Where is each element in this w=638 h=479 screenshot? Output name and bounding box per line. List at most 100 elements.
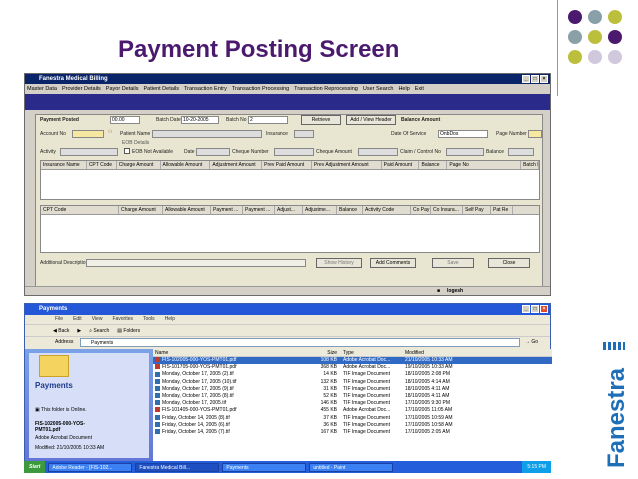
file-row[interactable]: Friday, October 14, 2005 (7).tif 167 KB TI… xyxy=(153,429,552,436)
file-row[interactable]: Friday, October 14, 2005 (6).tif 36 KB TIF… xyxy=(153,422,552,429)
page-number-label: Page Number xyxy=(496,131,527,137)
date-of-service-select[interactable]: OnbDos xyxy=(438,130,488,138)
column-header[interactable]: Batch Date xyxy=(521,161,540,169)
column-header[interactable]: Co Pay xyxy=(411,206,431,214)
batch-no-input[interactable]: 2 xyxy=(248,116,288,124)
menu-item[interactable]: Payor Details xyxy=(106,84,139,94)
close-icon[interactable]: × xyxy=(540,75,548,83)
menu-item[interactable]: Transaction Processing xyxy=(232,84,289,94)
file-row[interactable]: Monday, October 17, 2005 (8).tif 52 KB TIF… xyxy=(153,393,552,400)
activity-select[interactable] xyxy=(60,148,118,156)
column-header[interactable]: Charge Amount xyxy=(119,206,163,214)
column-header[interactable]: CPT Code xyxy=(87,161,117,169)
explorer-menu-item[interactable]: Edit xyxy=(73,315,82,324)
retrieve-button[interactable]: Retrieve xyxy=(301,115,341,125)
page-number-input[interactable] xyxy=(528,130,542,138)
eob-checkbox[interactable] xyxy=(124,148,130,154)
add-view-header-button[interactable]: Add / View Header xyxy=(346,115,396,125)
patient-name-input[interactable] xyxy=(152,130,262,138)
back-button[interactable]: ◀ Back xyxy=(53,325,69,336)
close-button[interactable]: Close xyxy=(488,258,530,268)
menu-item[interactable]: Transaction Entry xyxy=(184,84,227,94)
file-column-header[interactable]: Size xyxy=(293,349,341,356)
column-header[interactable]: Prev Paid Amount xyxy=(262,161,312,169)
column-header[interactable]: Self Pay xyxy=(463,206,491,214)
menu-item[interactable]: Patient Details xyxy=(144,84,179,94)
insurance-input[interactable] xyxy=(294,130,314,138)
column-header[interactable]: Payment ... xyxy=(211,206,243,214)
start-button[interactable]: Start xyxy=(24,461,46,473)
file-row[interactable]: Monday, October 17, 2005.tif 146 KB TIF Im… xyxy=(153,400,552,407)
column-header[interactable]: Allowable Amount xyxy=(163,206,211,214)
claim-control-input[interactable] xyxy=(446,148,484,156)
column-header[interactable]: Prev Adjustment Amount xyxy=(312,161,382,169)
column-header[interactable]: Adjust... xyxy=(275,206,303,214)
maximize-icon[interactable]: □ xyxy=(531,75,539,83)
taskbar-item[interactable]: Adobe Reader - [FIS-102... xyxy=(48,462,133,472)
show-history-button[interactable]: Show History xyxy=(316,258,362,268)
explorer-menu-item[interactable]: View xyxy=(92,315,103,324)
file-row[interactable]: Monday, October 17, 2005 (9).tif 31 KB TIF… xyxy=(153,386,552,393)
column-header[interactable]: Allowable Amount xyxy=(161,161,211,169)
account-no-input[interactable] xyxy=(72,130,104,138)
minimize-icon[interactable]: _ xyxy=(522,75,530,83)
column-header[interactable]: Charge Amount xyxy=(117,161,161,169)
file-column-header[interactable]: Modified xyxy=(403,349,523,356)
forward-icon[interactable]: ▶ xyxy=(77,325,81,336)
menu-item[interactable]: Transaction Reprocessing xyxy=(294,84,358,94)
file-row[interactable]: Monday, October 17, 2005 (2).tif 14 KB TIF… xyxy=(153,371,552,378)
amount-field[interactable]: 00.00 xyxy=(110,116,140,124)
file-row[interactable]: Friday, October 14, 2005 (8).tif 37 KB TIF… xyxy=(153,415,552,422)
column-header[interactable]: Insurance Name xyxy=(41,161,87,169)
folders-button[interactable]: ▤ Folders xyxy=(117,325,140,336)
additional-description-label: Additional Description xyxy=(40,260,89,266)
maximize-icon[interactable]: □ xyxy=(531,305,539,313)
taskbar-item[interactable]: Payments xyxy=(222,462,307,472)
go-button[interactable]: → Go xyxy=(525,337,538,348)
file-row[interactable]: FIS-101405-000-YOS-PMT01.pdf 455 KB Adobe … xyxy=(153,407,552,414)
column-header[interactable]: Balance xyxy=(419,161,448,169)
menu-item[interactable]: Master Data xyxy=(27,84,57,94)
explorer-menu-item[interactable]: Favorites xyxy=(112,315,133,324)
taskbar-item[interactable]: untitled - Paint xyxy=(309,462,394,472)
explorer-menu-item[interactable]: Tools xyxy=(143,315,155,324)
column-header[interactable]: Payment ... xyxy=(243,206,275,214)
user-icon[interactable]: ⚇ xyxy=(108,129,112,135)
search-button[interactable]: ⌕ Search xyxy=(89,325,109,336)
explorer-menu-item[interactable]: File xyxy=(55,315,63,324)
address-input[interactable]: Payments xyxy=(80,338,520,347)
batch-date-input[interactable]: 10-20-2005 xyxy=(181,116,219,124)
additional-description-input[interactable] xyxy=(86,259,306,267)
taskbar-item[interactable]: Fanestra Medical Bill... xyxy=(135,462,220,472)
cheque-amount-input[interactable] xyxy=(358,148,398,156)
explorer-menu-item[interactable]: Help xyxy=(165,315,175,324)
insurance-grid[interactable]: Insurance Name CPT Code Charge Amount Allow… xyxy=(40,160,540,200)
column-header[interactable]: Balance xyxy=(337,206,363,214)
column-header[interactable]: Co Insura... xyxy=(431,206,463,214)
save-button[interactable]: Save xyxy=(432,258,474,268)
file-column-header[interactable]: Name xyxy=(153,349,293,356)
date-input[interactable] xyxy=(196,148,230,156)
column-header[interactable]: Page No xyxy=(447,161,522,169)
minimize-icon[interactable]: _ xyxy=(522,305,530,313)
column-header[interactable]: Adjustment Amount xyxy=(210,161,263,169)
file-column-header[interactable]: Type xyxy=(341,349,403,356)
column-header[interactable]: Adjustme... xyxy=(303,206,337,214)
cpt-grid[interactable]: CPT Code Charge Amount Allowable Amount Pay… xyxy=(40,205,540,253)
close-icon[interactable]: × xyxy=(540,305,548,313)
file-row[interactable]: FIS-102005-000-YOS-PMT01.pdf 108 KB Adobe … xyxy=(153,357,552,365)
add-comments-button[interactable]: Add Comments xyxy=(370,258,416,268)
cheque-amount-label: Cheque Amount xyxy=(316,149,352,155)
file-row[interactable]: FIS-101705-000-YOS-PMT01.pdf 368 KB Adobe … xyxy=(153,364,552,371)
column-header[interactable]: Activity Code xyxy=(363,206,411,214)
file-row[interactable]: Monday, October 17, 2005 (10).tif 132 KB T… xyxy=(153,379,552,386)
cheque-number-input[interactable] xyxy=(274,148,314,156)
balance-input[interactable] xyxy=(508,148,534,156)
menu-item[interactable]: Help xyxy=(398,84,409,94)
menu-item[interactable]: Provider Details xyxy=(62,84,101,94)
menu-item[interactable]: Exit xyxy=(415,84,424,94)
menu-item[interactable]: User Search xyxy=(363,84,394,94)
column-header[interactable]: Paid Amount xyxy=(382,161,420,169)
column-header[interactable]: Pat Re xyxy=(491,206,513,214)
column-header[interactable]: CPT Code xyxy=(41,206,119,214)
